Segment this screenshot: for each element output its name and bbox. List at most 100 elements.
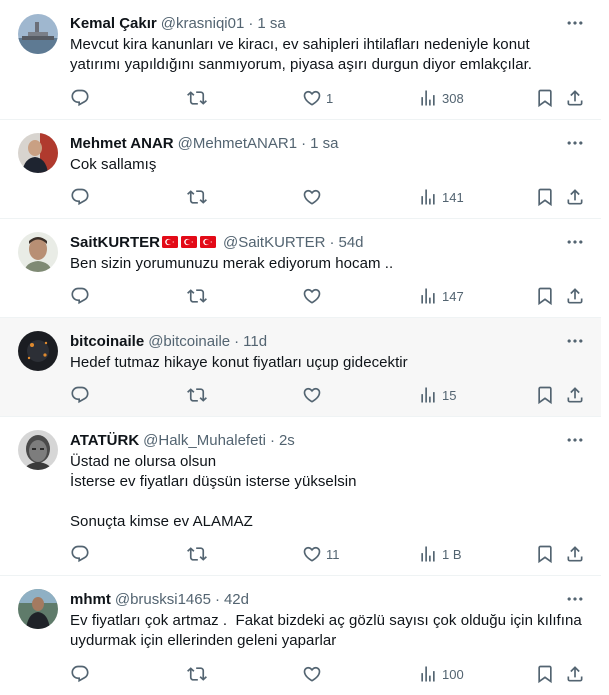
more-icon[interactable] (565, 13, 585, 33)
author-name[interactable]: Mehmet ANAR (70, 135, 174, 152)
tweet-text: Ev fiyatları çok artmaz . Fakat bizdeki … (70, 612, 582, 649)
views-icon (418, 385, 438, 405)
retweet-button[interactable] (187, 88, 207, 108)
bookmark-button[interactable] (535, 286, 555, 306)
tweet-actions: 1 308 (70, 88, 585, 108)
timestamp[interactable]: 42d (224, 591, 249, 608)
separator-dot: · (269, 431, 275, 449)
author-name[interactable]: Kemal Çakır (70, 15, 157, 32)
bookmark-icon (535, 385, 555, 405)
share-button[interactable] (565, 664, 585, 684)
author-handle[interactable]: @brusksi1465 (115, 591, 211, 608)
timestamp[interactable]: 1 sa (310, 135, 338, 152)
tweet[interactable]: bitcoinaile @bitcoinaile · 11d Hedef tut… (0, 318, 601, 417)
author-name[interactable]: bitcoinaile (70, 333, 144, 350)
bookmark-button[interactable] (535, 385, 555, 405)
retweet-button[interactable] (187, 664, 207, 684)
like-button[interactable] (302, 286, 326, 306)
like-icon (302, 88, 322, 108)
more-icon[interactable] (565, 331, 585, 351)
bookmark-button[interactable] (535, 544, 555, 564)
turkish-flag-icon (162, 236, 178, 248)
retweet-icon (187, 88, 207, 108)
like-button[interactable] (302, 385, 326, 405)
separator-dot: · (248, 14, 254, 32)
bookmark-button[interactable] (535, 664, 555, 684)
views-button[interactable]: 100 (418, 664, 464, 684)
more-icon[interactable] (565, 133, 585, 153)
bookmark-button[interactable] (535, 88, 555, 108)
tweet-actions: 15 (70, 385, 585, 405)
avatar[interactable] (18, 430, 58, 470)
author-name[interactable]: ATATÜRK (70, 432, 139, 449)
avatar[interactable] (18, 589, 58, 629)
reply-icon (70, 664, 90, 684)
timestamp[interactable]: 54d (339, 234, 364, 251)
views-button[interactable]: 147 (418, 286, 464, 306)
share-button[interactable] (565, 385, 585, 405)
retweet-button[interactable] (187, 544, 207, 564)
timestamp[interactable]: 2s (279, 432, 295, 449)
share-button[interactable] (565, 88, 585, 108)
tweet[interactable]: SaitKURTER @SaitKURTER · 54d Ben sizin y… (0, 219, 601, 318)
retweet-button[interactable] (187, 385, 207, 405)
views-button[interactable]: 141 (418, 187, 464, 207)
more-icon[interactable] (565, 232, 585, 252)
avatar[interactable] (18, 331, 58, 371)
tweet-text: Mevcut kira kanunları ve kiracı, ev sahi… (70, 36, 533, 73)
author-name[interactable]: SaitKURTER (70, 234, 160, 251)
view-count: 147 (442, 288, 464, 304)
view-count: 308 (442, 90, 464, 106)
view-count: 100 (442, 666, 464, 682)
bookmark-icon (535, 664, 555, 684)
share-icon (565, 187, 585, 207)
bookmark-icon (535, 187, 555, 207)
views-button[interactable]: 308 (418, 88, 464, 108)
retweet-button[interactable] (187, 187, 207, 207)
more-icon[interactable] (565, 589, 585, 609)
tweet[interactable]: mhmt @brusksi1465 · 42d Ev fiyatları çok… (0, 576, 601, 695)
like-button[interactable]: 11 (302, 544, 340, 564)
avatar[interactable] (18, 14, 58, 54)
views-button[interactable]: 15 (418, 385, 456, 405)
author-handle[interactable]: @krasniqi01 (161, 15, 245, 32)
tweet-text: Cok sallamış (70, 156, 157, 173)
retweet-button[interactable] (187, 286, 207, 306)
avatar[interactable] (18, 232, 58, 272)
author-handle[interactable]: @MehmetANAR1 (178, 135, 297, 152)
author-handle[interactable]: @SaitKURTER (223, 234, 325, 251)
like-button[interactable] (302, 664, 326, 684)
reply-button[interactable] (70, 88, 90, 108)
tweet-actions: 100 (70, 664, 585, 684)
avatar[interactable] (18, 133, 58, 173)
author-handle[interactable]: @Halk_Muhalefeti (143, 432, 266, 449)
author-handle[interactable]: @bitcoinaile (148, 333, 230, 350)
like-count: 1 (326, 90, 334, 106)
view-count: 1 B (442, 546, 462, 562)
retweet-icon (187, 187, 207, 207)
reply-button[interactable] (70, 286, 90, 306)
share-button[interactable] (565, 544, 585, 564)
bookmark-button[interactable] (535, 187, 555, 207)
reply-button[interactable] (70, 187, 90, 207)
share-icon (565, 385, 585, 405)
like-button[interactable] (302, 187, 326, 207)
timestamp[interactable]: 1 sa (257, 15, 285, 32)
reply-button[interactable] (70, 544, 90, 564)
timestamp[interactable]: 11d (243, 333, 267, 350)
tweet[interactable]: ATATÜRK @Halk_Muhalefeti · 2s Üstad ne o… (0, 417, 601, 576)
share-button[interactable] (565, 187, 585, 207)
tweet[interactable]: Kemal Çakır @krasniqi01 · 1 sa Mevcut ki… (0, 0, 601, 120)
tweet[interactable]: Mehmet ANAR @MehmetANAR1 · 1 sa Cok sall… (0, 120, 601, 219)
tweet-text: Hedef tutmaz hikaye konut fiyatları uçup… (70, 354, 408, 371)
views-button[interactable]: 1 B (418, 544, 462, 564)
like-button[interactable]: 1 (302, 88, 333, 108)
author-name[interactable]: mhmt (70, 591, 111, 608)
more-icon[interactable] (565, 430, 585, 450)
reply-icon (70, 385, 90, 405)
share-icon (565, 286, 585, 306)
reply-icon (70, 544, 90, 564)
share-button[interactable] (565, 286, 585, 306)
reply-button[interactable] (70, 664, 90, 684)
reply-button[interactable] (70, 385, 90, 405)
